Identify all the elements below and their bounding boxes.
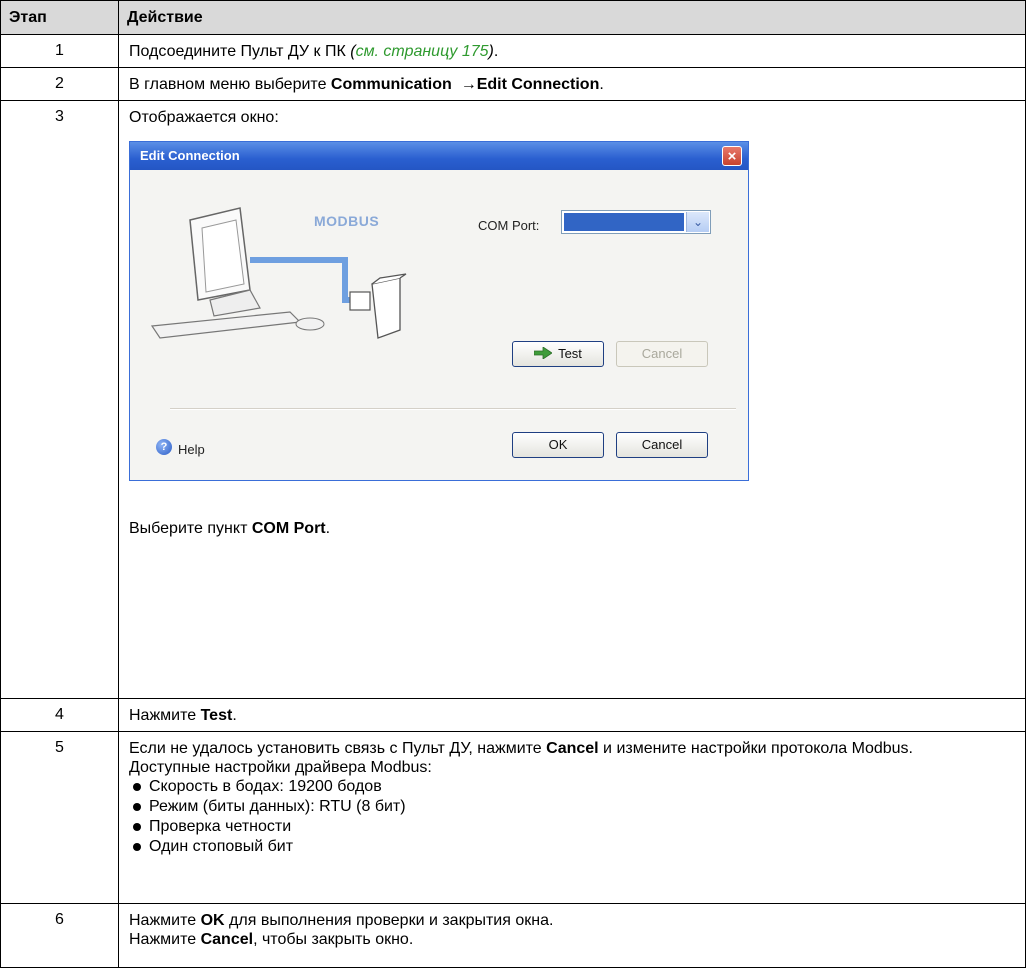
bullet-icon xyxy=(133,823,141,831)
step-number: 3 xyxy=(0,100,119,699)
step-action: Подсоедините Пульт ДУ к ПК (см. страницу… xyxy=(118,34,1026,68)
header-step: Этап xyxy=(0,0,119,35)
step-number: 1 xyxy=(0,34,119,68)
table-row: 5 Если не удалось установить связь с Пул… xyxy=(0,731,1026,904)
list-item-text: Проверка четности xyxy=(149,818,292,835)
step-action: В главном меню выберите Communication →E… xyxy=(118,67,1026,101)
list-item: Один стоповый бит xyxy=(129,837,1015,857)
step-number: 4 xyxy=(0,698,119,732)
list-item-text: Скорость в бодах: 19200 бодов xyxy=(149,778,382,795)
intro-text: Отображается окно: xyxy=(129,109,279,126)
bold-com-port: COM Port xyxy=(251,520,326,537)
com-port-label: COM Port: xyxy=(478,218,540,233)
action-text: Выберите пункт xyxy=(129,520,252,537)
com-port-value xyxy=(564,213,684,231)
action-tail: . xyxy=(599,76,604,93)
menu-edit-connection: Edit Connection xyxy=(476,76,600,93)
list-item: Режим (биты данных): RTU (8 бит) xyxy=(129,797,1015,817)
dialog-body: MODBUS COM Port: ⌄ Test Cancel ? Help OK… xyxy=(130,170,748,480)
action-text: Подсоедините Пульт ДУ к ПК xyxy=(129,43,351,60)
list-item: Скорость в бодах: 19200 бодов xyxy=(129,777,1015,797)
test-button[interactable]: Test xyxy=(512,341,604,367)
table-row: 6 Нажмите OK для выполнения проверки и з… xyxy=(0,903,1026,968)
page-link[interactable]: см. страницу 175 xyxy=(356,43,489,60)
action-text: Нажмите xyxy=(129,707,201,724)
step-number: 6 xyxy=(0,903,119,968)
bullet-icon xyxy=(133,803,141,811)
bullet-icon xyxy=(133,843,141,851)
step-number: 2 xyxy=(0,67,119,101)
step-action: Отображается окно: Edit Connection × MOD… xyxy=(118,100,1026,699)
step-action: Если не удалось установить связь с Пульт… xyxy=(118,731,1026,904)
list-item-text: Режим (биты данных): RTU (8 бит) xyxy=(149,798,406,815)
table-row: 1 Подсоедините Пульт ДУ к ПК (см. страни… xyxy=(0,34,1026,68)
cancel-button-disabled[interactable]: Cancel xyxy=(616,341,708,367)
action-text: Если не удалось установить связь с Пульт… xyxy=(129,740,547,757)
action-text: Нажмите xyxy=(129,912,201,929)
help-icon[interactable]: ? xyxy=(156,439,172,455)
com-port-select[interactable]: ⌄ xyxy=(561,210,711,234)
list-item: Проверка четности xyxy=(129,817,1015,837)
cancel-button[interactable]: Cancel xyxy=(616,432,708,458)
bold-cancel: Cancel xyxy=(200,931,254,948)
list-item-text: Один стоповый бит xyxy=(149,838,294,855)
modbus-settings-list: Скорость в бодах: 19200 бодов Режим (бит… xyxy=(129,777,1015,857)
select-com-port-text: Выберите пункт COM Port. xyxy=(129,519,330,538)
dialog-title: Edit Connection xyxy=(140,148,240,163)
action-tail: . xyxy=(232,707,237,724)
action-text: Нажмите xyxy=(129,931,201,948)
edit-connection-dialog: Edit Connection × MODBUS COM Port: ⌄ Tes… xyxy=(129,141,749,481)
help-label[interactable]: Help xyxy=(178,440,205,459)
table-row: 3 Отображается окно: Edit Connection × M… xyxy=(0,100,1026,699)
action-tail: для выполнения проверки и закрытия окна. xyxy=(224,912,554,929)
separator xyxy=(170,408,736,410)
chevron-down-icon[interactable]: ⌄ xyxy=(686,212,709,232)
dialog-titlebar: Edit Connection × xyxy=(130,142,748,170)
table-row: 4 Нажмите Test. xyxy=(0,698,1026,732)
table-row: 2 В главном меню выберите Communication … xyxy=(0,67,1026,101)
green-arrow-icon xyxy=(534,347,553,359)
action-tail: и измените настройки протокола Modbus. xyxy=(598,740,913,757)
header-action: Действие xyxy=(118,0,1026,35)
menu-communication: Communication xyxy=(330,76,452,93)
close-icon[interactable]: × xyxy=(722,146,742,166)
step-action: Нажмите Test. xyxy=(118,698,1026,732)
ok-button[interactable]: OK xyxy=(512,432,604,458)
bold-ok: OK xyxy=(200,912,225,929)
steps-table: Этап Действие 1 Подсоедините Пульт ДУ к … xyxy=(0,0,1026,968)
modbus-settings-intro: Доступные настройки драйвера Modbus: xyxy=(129,759,432,776)
action-text: В главном меню выберите xyxy=(129,76,331,93)
action-tail: , чтобы закрыть окно. xyxy=(253,931,414,948)
step-action: Нажмите OK для выполнения проверки и зак… xyxy=(118,903,1026,968)
test-label: Test xyxy=(558,346,582,361)
bold-cancel: Cancel xyxy=(546,740,599,757)
table-header-row: Этап Действие xyxy=(0,0,1026,35)
arrow-icon: → xyxy=(460,76,477,93)
step-number: 5 xyxy=(0,731,119,904)
action-tail: . xyxy=(325,520,331,537)
bullet-icon xyxy=(133,783,141,791)
action-tail: . xyxy=(493,43,499,60)
bold-test: Test xyxy=(200,707,233,724)
modbus-label: MODBUS xyxy=(314,213,380,229)
